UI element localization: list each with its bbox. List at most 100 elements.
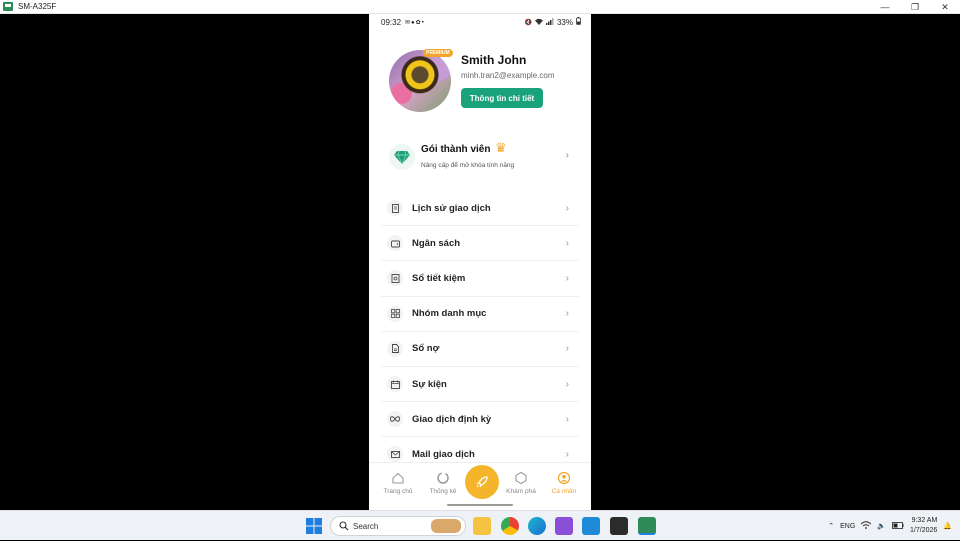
mail-icon [387, 446, 403, 463]
menu-item-budget[interactable]: Ngân sách › [381, 226, 579, 262]
chevron-right-icon: › [565, 150, 569, 161]
menu-item-recurring-transactions[interactable]: Giao dịch định kỳ › [381, 402, 579, 438]
chevron-up-icon[interactable]: ⌃ [828, 522, 834, 530]
window-controls: — ❐ ✕ [870, 0, 960, 14]
menu-item-label: Nhóm danh mục [412, 308, 487, 320]
taskbar-search[interactable]: Search [330, 516, 466, 536]
nav-explore[interactable]: Khám phá [499, 471, 543, 495]
menu-item-debt-book[interactable]: Sổ nợ › [381, 332, 579, 367]
receipt-icon [387, 200, 403, 217]
language-indicator[interactable]: ENG [840, 523, 855, 530]
menu-item-label: Sổ tiết kiệm [412, 272, 466, 284]
visual-studio-icon[interactable] [555, 517, 573, 535]
menu-item-label: Lịch sử giao dịch [412, 202, 491, 214]
nav-profile[interactable]: Cá nhân [542, 471, 586, 495]
wifi-icon[interactable] [861, 521, 872, 531]
mute-icon: 🔇 [524, 19, 532, 26]
clock-date: 1/7/2026 [910, 527, 938, 534]
notification-icons: ✉●✿• [405, 19, 425, 26]
home-indicator[interactable] [447, 504, 513, 506]
system-tray: ⌃ ENG 🔈 9:32 AM 1/7/2026 🔔 [828, 511, 952, 541]
nav-label: Trang chủ [383, 488, 413, 495]
scrcpy-app-icon[interactable] [638, 517, 656, 535]
search-icon [339, 521, 349, 531]
close-button[interactable]: ✕ [930, 0, 960, 14]
battery-icon[interactable] [892, 521, 904, 531]
signal-icon [545, 17, 554, 27]
menu-item-label: Mail giao dịch [412, 448, 475, 460]
avatar[interactable] [389, 50, 451, 112]
restore-button[interactable]: ❐ [900, 0, 930, 14]
document-icon [387, 340, 403, 357]
edge-icon[interactable] [528, 517, 546, 535]
window-title: SM-A325F [18, 2, 57, 11]
wifi-icon [534, 18, 543, 27]
profile-header: PREMIUM Smith John minh.tran2@example.co… [389, 49, 579, 114]
chevron-right-icon: › [565, 308, 569, 320]
bottom-navigation: Trang chủ Thống kê Khám phá Cá nhân [369, 462, 591, 510]
chevron-right-icon: › [565, 378, 569, 390]
chevron-right-icon: › [565, 343, 569, 355]
pie-chart-icon [437, 472, 449, 484]
profile-detail-button[interactable]: Thông tin chi tiết [461, 88, 543, 108]
status-right: 🔇 33% [525, 17, 582, 27]
menu-item-label: Sổ nợ [412, 343, 440, 355]
file-explorer-icon[interactable] [473, 517, 491, 535]
menu-item-label: Sự kiện [412, 378, 447, 390]
taskbar-clock[interactable]: 9:32 AM 1/7/2026 [910, 516, 937, 536]
user-circle-icon [557, 471, 571, 485]
menu-item-savings-book[interactable]: Sổ tiết kiệm › [381, 261, 579, 297]
search-highlight-image [431, 519, 461, 533]
nav-home[interactable]: Trang chủ [376, 471, 420, 495]
phone-screen: 09:32 ✉●✿• 🔇 33% PREMIUM Smith John minh… [369, 14, 591, 510]
calendar-icon [387, 376, 403, 393]
chevron-right-icon: › [565, 237, 569, 249]
battery-icon [576, 17, 581, 27]
menu-item-transaction-history[interactable]: Lịch sử giao dịch › [381, 191, 579, 227]
terminal-icon[interactable] [610, 517, 628, 535]
premium-badge: PREMIUM [423, 49, 453, 57]
diamond-icon [389, 144, 415, 170]
menu-item-label: Giao dịch định kỳ [412, 413, 492, 425]
chevron-right-icon: › [565, 202, 569, 214]
clock-time: 9:32 AM [911, 517, 938, 524]
home-icon [392, 472, 404, 484]
app-icon [3, 2, 13, 11]
crown-icon: ♛ [495, 140, 507, 155]
chevron-right-icon: › [565, 448, 569, 460]
menu-list: Lịch sử giao dịch › Ngân sách › Sổ tiết … [381, 191, 579, 473]
volume-icon[interactable]: 🔈 [877, 522, 886, 530]
minimize-button[interactable]: — [870, 0, 900, 14]
user-name: Smith John [461, 53, 527, 67]
windows-start-icon[interactable] [305, 517, 323, 535]
menu-item-category-group[interactable]: Nhóm danh mục › [381, 297, 579, 332]
taskbar: Search ⌃ ENG 🔈 9:32 AM 1/7/2026 🔔 [0, 510, 960, 540]
vscode-icon[interactable] [582, 517, 600, 535]
infinity-icon [387, 411, 403, 428]
nav-label: Khám phá [506, 488, 536, 495]
membership-title: Gói thành viên [421, 144, 491, 155]
user-email: minh.tran2@example.com [461, 71, 555, 80]
menu-item-events[interactable]: Sự kiện › [381, 367, 579, 403]
battery-percent: 33% [556, 17, 573, 27]
membership-card[interactable]: Gói thành viên ♛ Nâng cấp để mở khóa tín… [381, 138, 579, 178]
notification-bell-icon[interactable]: 🔔 [943, 522, 952, 530]
chevron-right-icon: › [565, 272, 569, 284]
nav-label: Cá nhân [551, 488, 577, 495]
savings-book-icon [387, 270, 403, 287]
rocket-icon [476, 476, 488, 488]
wallet-icon [387, 235, 403, 252]
grid-icon [387, 305, 403, 322]
search-label: Search [353, 521, 379, 531]
chevron-right-icon: › [565, 413, 569, 425]
rocket-fab-button[interactable] [465, 465, 499, 499]
nav-statistics[interactable]: Thống kê [421, 471, 465, 495]
window-titlebar: SM-A325F — ❐ ✕ [0, 0, 960, 14]
status-bar: 09:32 ✉●✿• 🔇 33% [369, 14, 591, 30]
menu-item-label: Ngân sách [412, 237, 461, 249]
status-time: 09:32 [381, 17, 402, 27]
hexagon-icon [515, 471, 527, 485]
membership-subtitle: Nâng cấp để mở khóa tính năng [421, 162, 515, 169]
nav-label: Thống kê [429, 488, 457, 495]
chrome-icon[interactable] [501, 517, 519, 535]
